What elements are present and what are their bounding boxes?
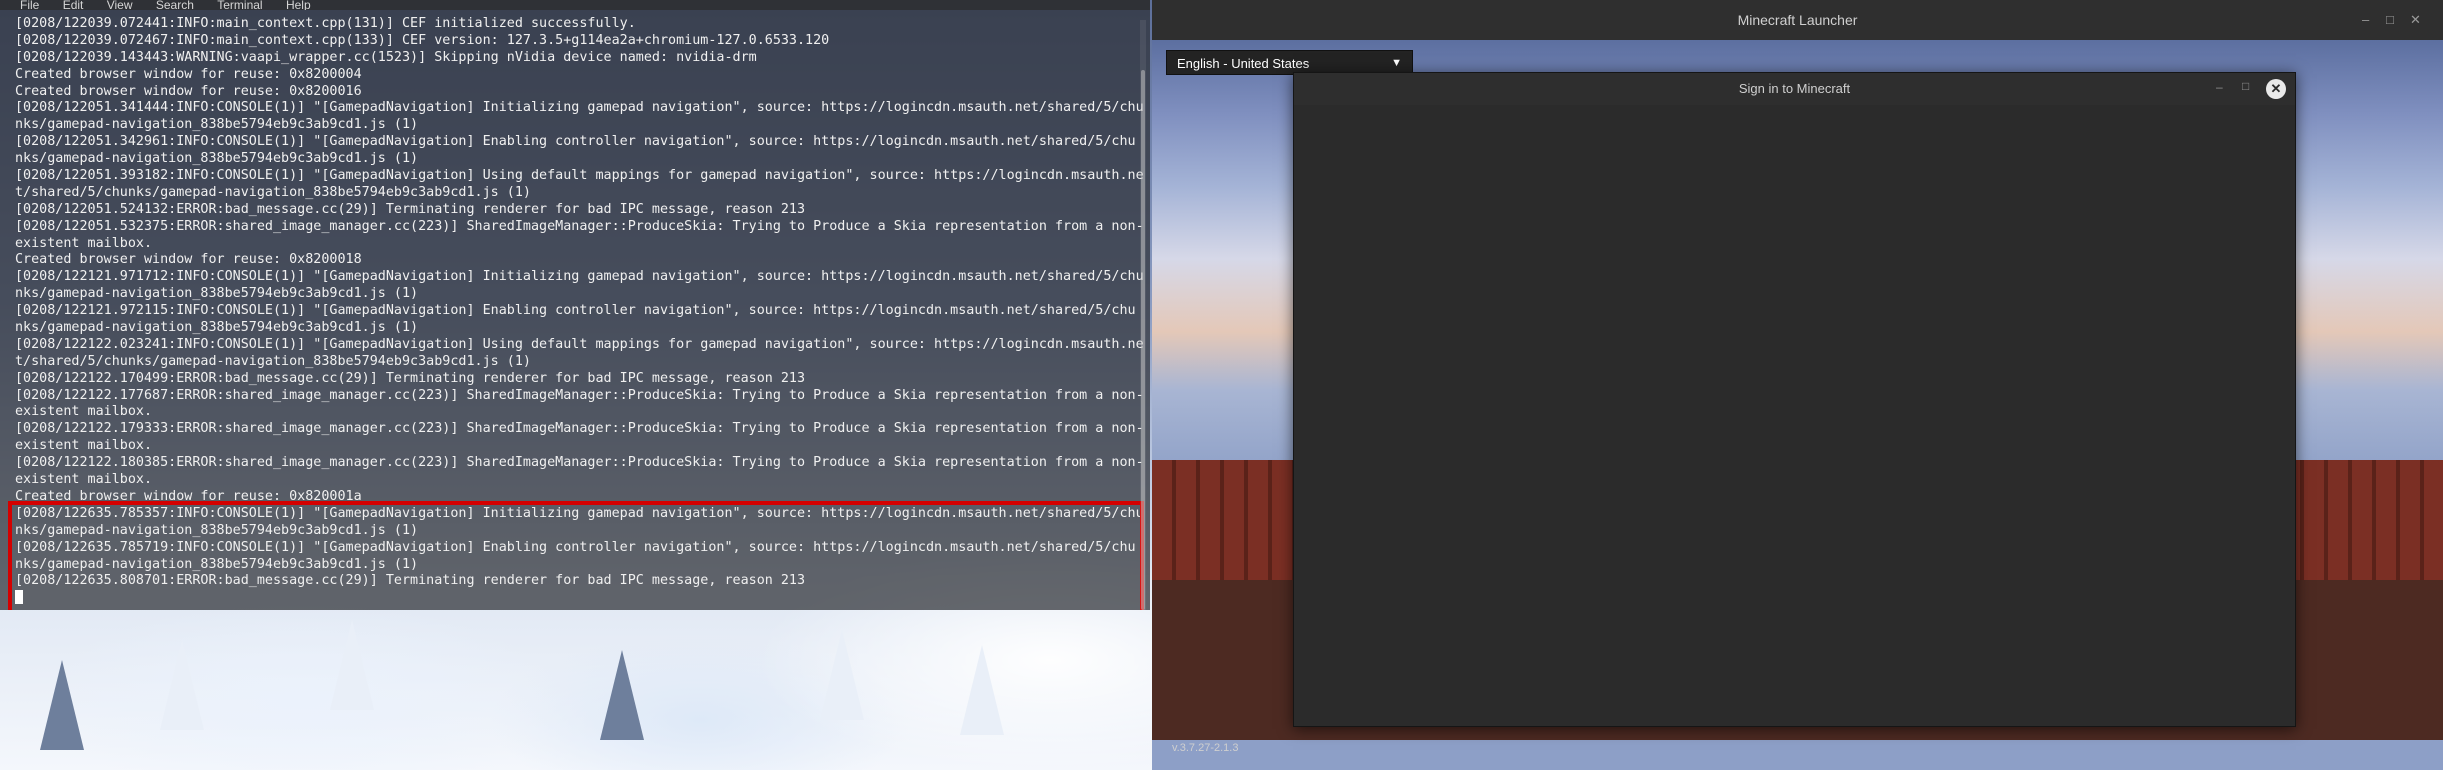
terminal-line: [0208/122039.072441:INFO:main_context.cp…: [15, 16, 636, 31]
terminal-line: [0208/122051.524132:ERROR:bad_message.cc…: [15, 201, 806, 217]
terminal-line: [0208/122051.342961:INFO:CONSOLE(1)] "[G…: [15, 134, 1136, 150]
minimize-icon[interactable]: –: [2362, 12, 2369, 27]
terminal-line: [0208/122051.341444:INFO:CONSOLE(1)] "[G…: [15, 100, 1144, 116]
error-highlight-box: [8, 501, 1144, 610]
launcher-version: v.3.7.27-2.1.3: [1172, 742, 1239, 754]
menu-file[interactable]: File: [20, 0, 39, 10]
menu-help[interactable]: Help: [286, 0, 311, 10]
terminal-line: [0208/122051.393182:INFO:CONSOLE(1)] "[G…: [15, 168, 1144, 184]
terminal-scrollbar-thumb[interactable]: [1141, 70, 1145, 610]
dialog-maximize-icon[interactable]: □: [2242, 79, 2249, 93]
menu-search[interactable]: Search: [156, 0, 194, 10]
terminal-line: Created browser window for reuse: 0x8200…: [15, 252, 362, 268]
terminal-line: [0208/122121.972115:INFO:CONSOLE(1)] "[G…: [15, 303, 1136, 319]
snow-tree: [600, 650, 644, 740]
terminal-line: existent mailbox.: [15, 404, 153, 420]
terminal-line: t/shared/5/chunks/gamepad-navigation_838…: [15, 353, 531, 369]
terminal-line: [0208/122122.180385:ERROR:shared_image_m…: [15, 455, 1144, 471]
terminal-line: [0208/122039.072467:INFO:main_context.cp…: [15, 32, 830, 48]
launcher-title: Minecraft Launcher: [1737, 12, 1858, 28]
snow-tree: [160, 640, 204, 730]
terminal-line: Created browser window for reuse: 0x8200…: [15, 66, 362, 82]
terminal-line: [0208/122122.023241:INFO:CONSOLE(1)] "[G…: [15, 336, 1144, 352]
dialog-title: Sign in to Minecraft: [1738, 81, 1851, 96]
dialog-titlebar: Sign in to Minecraft – □ ✕: [1294, 73, 2295, 105]
snow-tree: [40, 660, 84, 750]
sign-in-webview[interactable]: [1294, 105, 2295, 726]
terminal-line: existent mailbox.: [15, 438, 153, 454]
terminal-line: [0208/122121.971712:INFO:CONSOLE(1)] "[G…: [15, 269, 1144, 285]
snow-tree: [820, 630, 864, 720]
close-icon[interactable]: ✕: [2410, 12, 2421, 28]
language-select-value: English - United States: [1177, 56, 1310, 71]
terminal-line: Created browser window for reuse: 0x8200…: [15, 83, 362, 99]
dialog-close-icon[interactable]: ✕: [2266, 79, 2286, 99]
maximize-icon[interactable]: □: [2386, 12, 2394, 27]
terminal-line: [0208/122051.532375:ERROR:shared_image_m…: [15, 218, 1144, 234]
menu-view[interactable]: View: [107, 0, 133, 10]
launcher-titlebar: Minecraft Launcher – □ ✕: [1152, 0, 2443, 41]
terminal-line: [0208/122122.177687:ERROR:shared_image_m…: [15, 387, 1144, 403]
terminal-line: existent mailbox.: [15, 235, 153, 251]
terminal-window[interactable]: [0208/122039.072441:INFO:main_context.cp…: [0, 10, 1150, 610]
terminal-line: [0208/122039.143443:WARNING:vaapi_wrappe…: [15, 49, 757, 65]
menu-terminal[interactable]: Terminal: [217, 0, 262, 10]
terminal-line: existent mailbox.: [15, 472, 153, 488]
snow-tree: [960, 645, 1004, 735]
terminal-line: [0208/122122.179333:ERROR:shared_image_m…: [15, 421, 1144, 437]
terminal-line: nks/gamepad-navigation_838be5794eb9c3ab9…: [15, 117, 419, 133]
menu-edit[interactable]: Edit: [63, 0, 84, 10]
terminal-line: nks/gamepad-navigation_838be5794eb9c3ab9…: [15, 151, 419, 167]
terminal-menubar: File Edit View Search Terminal Help: [0, 0, 1150, 10]
terminal-line: nks/gamepad-navigation_838be5794eb9c3ab9…: [15, 320, 419, 336]
terminal-line: [0208/122122.170499:ERROR:bad_message.cc…: [15, 370, 806, 386]
sign-in-dialog: Sign in to Minecraft – □ ✕: [1293, 72, 2296, 727]
dialog-minimize-icon[interactable]: –: [2216, 80, 2223, 94]
terminal-line: t/shared/5/chunks/gamepad-navigation_838…: [15, 184, 531, 200]
terminal-line: nks/gamepad-navigation_838be5794eb9c3ab9…: [15, 286, 419, 302]
snow-tree: [330, 620, 374, 710]
